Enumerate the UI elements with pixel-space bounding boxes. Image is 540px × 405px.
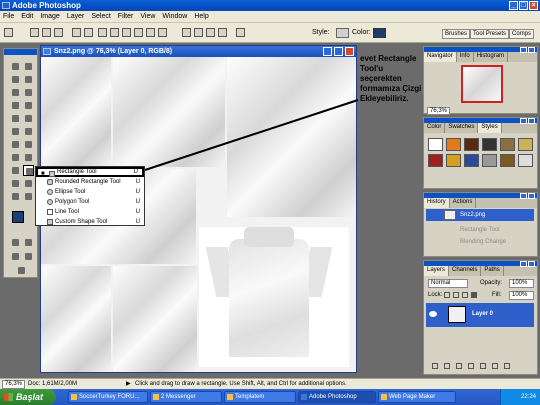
shortcut-key: U xyxy=(135,199,140,205)
flyout-item-custom-shape[interactable]: Custom Shape Tool U xyxy=(36,217,144,227)
flyout-item-label: Custom Shape Tool xyxy=(55,219,108,225)
flyout-item-label: Rectangle Tool xyxy=(57,169,97,175)
shortcut-key: U xyxy=(135,189,140,195)
polygon-icon xyxy=(47,199,53,205)
rounded-rectangle-icon xyxy=(47,179,53,185)
line-icon xyxy=(47,209,53,215)
flyout-item-rectangle[interactable]: ■ Rectangle Tool U xyxy=(36,167,144,177)
flyout-item-label: Ellipse Tool xyxy=(55,189,86,195)
shortcut-key: U xyxy=(133,169,138,175)
tutorial-annotation: evet Rectangle Tool'u seçerekten formamı… xyxy=(360,54,422,103)
flyout-item-label: Line Tool xyxy=(55,209,79,215)
flyout-item-line[interactable]: Line Tool U xyxy=(36,207,144,217)
shortcut-key: U xyxy=(135,179,140,185)
flyout-item-label: Rounded Rectangle Tool xyxy=(55,179,121,185)
custom-shape-icon xyxy=(47,219,53,225)
flyout-item-ellipse[interactable]: Ellipse Tool U xyxy=(36,187,144,197)
flyout-item-label: Polygon Tool xyxy=(55,199,90,205)
flyout-item-rounded-rectangle[interactable]: Rounded Rectangle Tool U xyxy=(36,177,144,187)
shortcut-key: U xyxy=(135,219,140,225)
ellipse-icon xyxy=(47,189,53,195)
flyout-item-polygon[interactable]: Polygon Tool U xyxy=(36,197,144,207)
shortcut-key: U xyxy=(135,209,140,215)
shape-tool-flyout: ■ Rectangle Tool U Rounded Rectangle Too… xyxy=(35,166,145,226)
